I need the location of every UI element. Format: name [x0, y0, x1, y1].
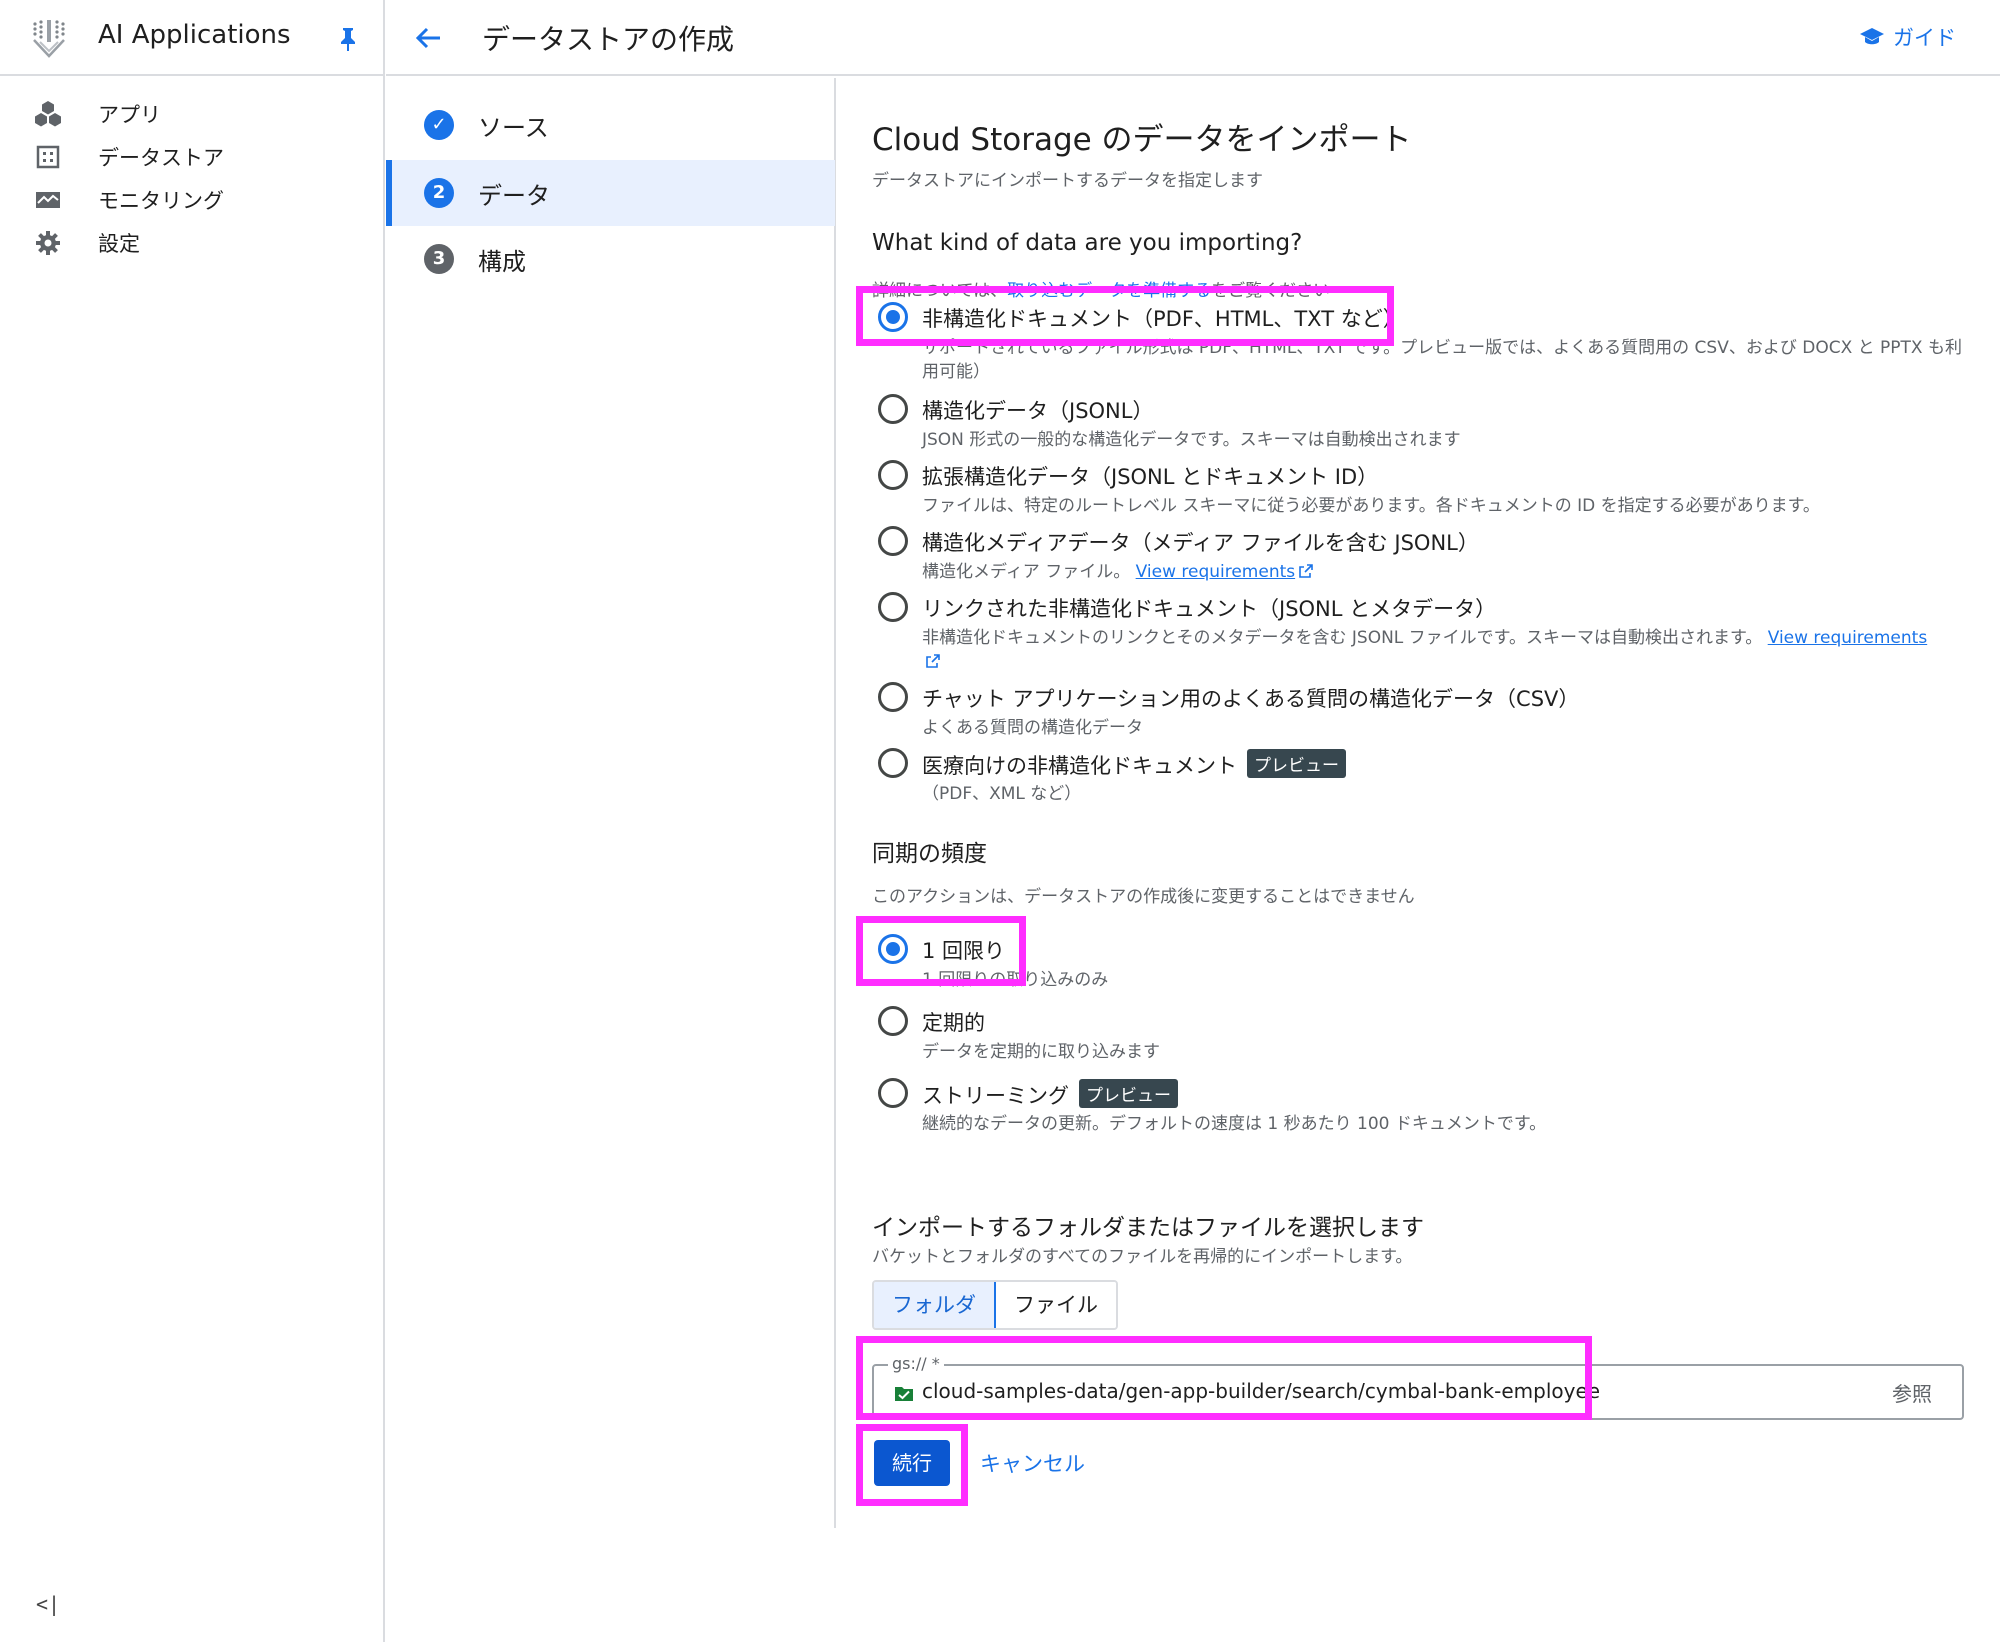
step-data[interactable]: 2 データ	[386, 160, 835, 226]
radio-description: 非構造化ドキュメントのリンクとそのメタデータを含む JSONL ファイルです。ス…	[922, 626, 1962, 674]
radio-description: サポートされているファイル形式は PDF、HTML、TXT です。プレビュー版で…	[922, 338, 1962, 382]
radio-label-text: ストリーミング	[922, 1084, 1069, 1108]
step-source[interactable]: ✓ ソース	[386, 92, 835, 158]
view-requirements-link[interactable]: View requirements	[1768, 628, 1928, 648]
nav-label-settings: 設定	[98, 232, 140, 256]
nav-header: AI Applications	[0, 0, 385, 76]
radio-description: （PDF、XML など）	[922, 784, 1082, 804]
section-title: Cloud Storage のデータをインポート	[872, 122, 1412, 158]
guide-label: ガイド	[1893, 26, 1956, 50]
page-title: データストアの作成	[482, 23, 735, 56]
radio-button[interactable]	[878, 748, 908, 778]
continue-button[interactable]: 続行	[874, 1440, 950, 1486]
sync-frequency-heading: 同期の頻度	[872, 841, 987, 867]
radio-description: 継続的なデータの更新。デフォルトの速度は 1 秒あたり 100 ドキュメントです…	[922, 1114, 1547, 1134]
radio-button[interactable]	[878, 526, 908, 556]
radio-description: 1 回限りの取り込みのみ	[922, 970, 1109, 990]
gcs-path-label: gs:// *	[888, 1354, 944, 1373]
radio-description: JSON 形式の一般的な構造化データです。スキーマは自動検出されます	[922, 430, 1461, 450]
hint-prefix: 詳細については、	[872, 281, 1008, 301]
stepper: ✓ ソース 2 データ 3 構成	[386, 78, 836, 1528]
step-label-data: データ	[478, 182, 550, 210]
monitoring-icon	[36, 192, 60, 208]
collapse-nav-icon[interactable]: <|	[36, 1592, 60, 1616]
radio-button[interactable]	[878, 394, 908, 424]
page-header: データストアの作成 ガイド	[386, 0, 2000, 76]
toggle-folder[interactable]: フォルダ	[874, 1282, 996, 1328]
step-config[interactable]: 3 構成	[386, 226, 835, 292]
step-label-source: ソース	[478, 114, 549, 142]
nav-item-settings[interactable]: 設定	[0, 217, 385, 267]
radio-button[interactable]	[878, 460, 908, 490]
radio-label: チャット アプリケーション用のよくある質問の構造化データ（CSV）	[922, 687, 1580, 711]
open-in-new-icon	[926, 654, 940, 668]
browse-button[interactable]: 参照	[1892, 1378, 1932, 1407]
gcs-path-input[interactable]: cloud-samples-data/gen-app-builder/searc…	[922, 1379, 1600, 1403]
datastore-icon	[36, 145, 60, 169]
view-requirements-link[interactable]: View requirements	[1136, 562, 1296, 582]
guide-link[interactable]: ガイド	[1859, 22, 1956, 52]
radio-description: 構造化メディア ファイル。 View requirements	[922, 560, 1962, 584]
radio-label: 1 回限り	[922, 939, 1006, 963]
ai-applications-logo-icon	[33, 20, 65, 58]
data-kind-heading: What kind of data are you importing?	[872, 230, 1303, 256]
folder-file-toggle: フォルダ ファイル	[872, 1280, 1118, 1330]
section-subtitle: データストアにインポートするデータを指定します	[872, 171, 1263, 191]
folder-check-icon	[895, 1387, 913, 1401]
radio-button[interactable]	[878, 682, 908, 712]
radio-label: 非構造化ドキュメント（PDF、HTML、TXT など）	[922, 307, 1404, 331]
radio-label: リンクされた非構造化ドキュメント（JSONL とメタデータ）	[922, 597, 1497, 621]
open-in-new-icon	[1299, 564, 1313, 578]
left-navigation: AI Applications アプリ データストア モニタリング 設定 <|	[0, 0, 385, 1642]
toggle-file[interactable]: ファイル	[996, 1282, 1116, 1328]
radio-label: 構造化メディアデータ（メディア ファイルを含む JSONL）	[922, 531, 1479, 555]
nav-label-apps: アプリ	[98, 103, 161, 127]
app-title: AI Applications	[98, 20, 291, 50]
radio-description: よくある質問の構造化データ	[922, 718, 1143, 738]
preview-badge: プレビュー	[1079, 1079, 1178, 1108]
data-kind-hint: 詳細については、取り込むデータを準備するをご覧ください	[872, 276, 1330, 301]
radio-label: 定期的	[922, 1011, 985, 1035]
step-complete-check-icon: ✓	[424, 110, 454, 140]
apps-icon	[35, 101, 61, 127]
cancel-button[interactable]: キャンセル	[980, 1448, 1085, 1478]
radio-button[interactable]	[878, 934, 908, 964]
radio-label: 医療向けの非構造化ドキュメント プレビュー	[922, 749, 1346, 780]
desc-text: 構造化メディア ファイル。	[922, 562, 1131, 582]
nav-label-datastore: データストア	[98, 146, 224, 170]
gear-icon	[36, 231, 60, 255]
back-arrow-icon[interactable]	[412, 22, 444, 54]
radio-button[interactable]	[878, 1006, 908, 1036]
step-label-config: 構成	[478, 248, 526, 276]
import-hint: バケットとフォルダのすべてのファイルを再帰的にインポートします。	[872, 1247, 1413, 1267]
sync-frequency-hint: このアクションは、データストアの作成後に変更することはできません	[872, 887, 1415, 907]
radio-label: 構造化データ（JSONL）	[922, 399, 1154, 423]
nav-label-monitoring: モニタリング	[98, 189, 224, 213]
radio-description: データを定期的に取り込みます	[922, 1042, 1160, 1062]
radio-button[interactable]	[878, 302, 908, 332]
school-icon	[1860, 28, 1884, 45]
preview-badge: プレビュー	[1247, 749, 1346, 778]
desc-text: 非構造化ドキュメントのリンクとそのメタデータを含む JSONL ファイルです。ス…	[922, 628, 1763, 648]
prepare-data-link[interactable]: 取り込むデータを準備する	[1007, 281, 1211, 301]
radio-label: ストリーミング プレビュー	[922, 1079, 1178, 1110]
radio-label-text: 医療向けの非構造化ドキュメント	[922, 754, 1237, 778]
hint-suffix: をご覧ください	[1211, 281, 1331, 301]
radio-label: 拡張構造化データ（JSONL とドキュメント ID）	[922, 465, 1379, 489]
radio-button[interactable]	[878, 592, 908, 622]
radio-description: ファイルは、特定のルートレベル スキーマに従う必要があります。各ドキュメントの …	[922, 496, 1820, 516]
step-number-badge: 3	[424, 244, 454, 274]
gcs-path-field[interactable]: gs:// * cloud-samples-data/gen-app-build…	[872, 1354, 1964, 1420]
step-number-badge: 2	[424, 178, 454, 208]
import-heading: インポートするフォルダまたはファイルを選択します	[872, 1215, 1424, 1241]
radio-button[interactable]	[878, 1078, 908, 1108]
pin-icon[interactable]	[336, 26, 360, 52]
